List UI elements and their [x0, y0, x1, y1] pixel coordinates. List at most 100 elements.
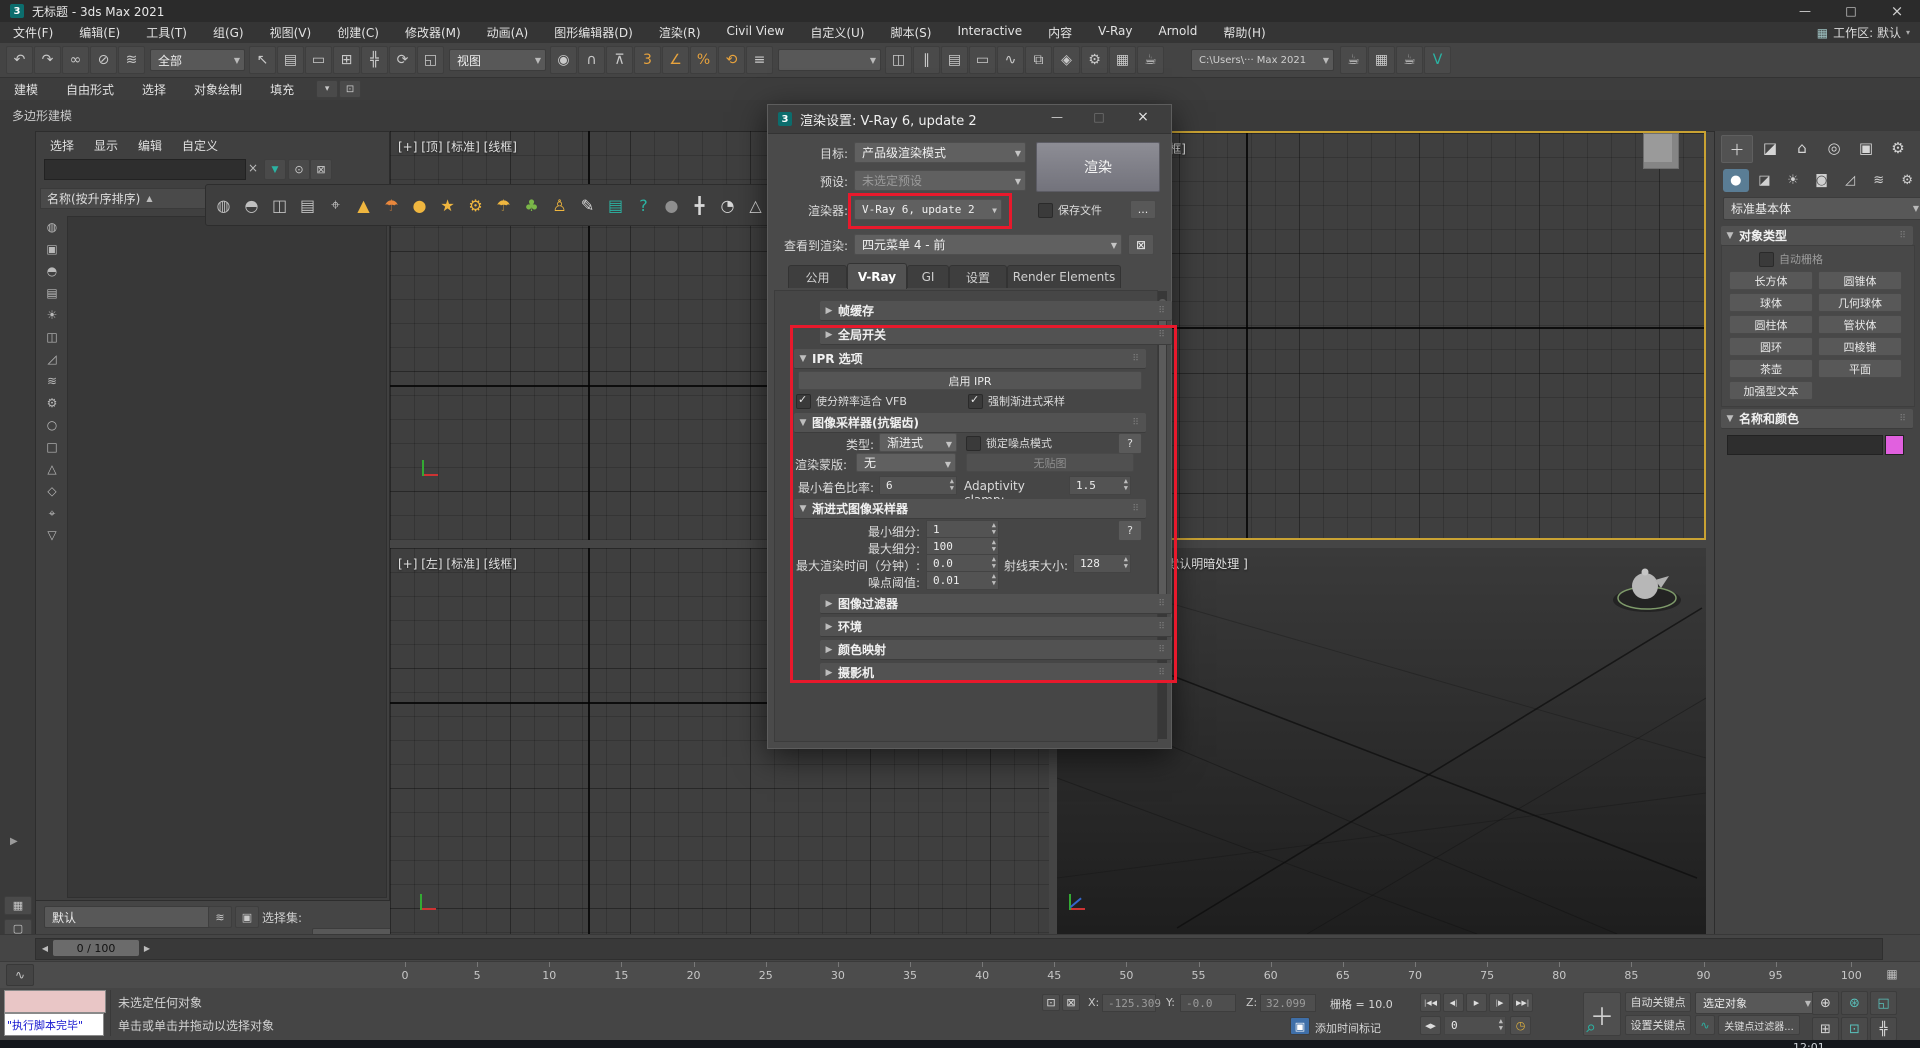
ray-bundle-size-spinner[interactable]: 128▲▼: [1073, 554, 1131, 573]
vray-pie-icon[interactable]: ◔: [714, 190, 741, 220]
render-setup-icon[interactable]: ⚙: [1081, 46, 1108, 74]
previous-key-icon[interactable]: ◀: [39, 940, 51, 956]
reference-coordinate-dropdown[interactable]: 视图▼: [449, 49, 546, 71]
scrollbar-thumb[interactable]: [1159, 299, 1166, 609]
snap-toggle-3d-icon[interactable]: 3: [634, 46, 661, 74]
object-type-rollout-header[interactable]: ▼对象类型⠿: [1721, 226, 1913, 246]
ribbon-tab[interactable]: 自由形式: [52, 81, 128, 98]
align-icon[interactable]: ∥: [913, 46, 940, 74]
rollout-ipr-header[interactable]: ▼IPR 选项⠿: [794, 349, 1146, 369]
primitive-button[interactable]: 管状体: [1818, 315, 1902, 334]
edit-named-sets-icon[interactable]: ≡: [746, 46, 773, 74]
primitive-button[interactable]: 加强型文本: [1729, 381, 1813, 400]
vray-help-icon[interactable]: ?: [630, 190, 657, 220]
menu-item[interactable]: 帮助(H): [1210, 24, 1278, 41]
explorer-filter-icon[interactable]: ◓: [41, 260, 63, 282]
tab-create-icon[interactable]: ＋: [1721, 135, 1753, 163]
time-configuration-icon[interactable]: ◷: [1510, 1016, 1531, 1035]
render-online-icon[interactable]: ☕: [1396, 46, 1423, 74]
menu-item[interactable]: Arnold: [1146, 24, 1211, 41]
time-slider-track[interactable]: ◀ 0 / 100 ▶: [35, 938, 1883, 960]
menu-item[interactable]: 自定义(U): [797, 24, 877, 41]
vray-camera-rig-icon[interactable]: ╋: [686, 190, 713, 220]
primitive-button[interactable]: 四棱锥: [1818, 337, 1902, 356]
close-icon[interactable]: ×: [1874, 0, 1920, 22]
menu-item[interactable]: 内容: [1035, 24, 1085, 41]
explorer-menu-item[interactable]: 选择: [42, 136, 82, 155]
ribbon-panel-label[interactable]: 多边形建模: [0, 107, 72, 124]
adaptivity-clamp-spinner[interactable]: 1.5▲▼: [1069, 476, 1131, 495]
primitive-button[interactable]: 茶壶: [1729, 359, 1813, 378]
world-icon[interactable]: ◍: [210, 190, 237, 220]
vray-toolbar-icon[interactable]: V: [1424, 46, 1451, 74]
explorer-filter-icon[interactable]: ≋: [41, 370, 63, 392]
tab-motion-icon[interactable]: ◎: [1819, 135, 1849, 161]
viewport-label[interactable]: [+] [顶] [标准] [线框]: [398, 138, 517, 155]
menu-item[interactable]: 修改器(M): [392, 24, 474, 41]
window-crossing-icon[interactable]: ⊞: [333, 46, 360, 74]
renderer-dropdown[interactable]: V-Ray 6, update 2▼: [854, 199, 1002, 220]
fit-resolution-vfb-checkbox[interactable]: 使分辨率适合 VFB: [796, 393, 907, 409]
select-and-scale-icon[interactable]: ◱: [417, 46, 444, 74]
menu-item[interactable]: V-Ray: [1085, 24, 1145, 41]
tab-common[interactable]: 公用: [788, 265, 847, 288]
zoom-icon[interactable]: ⊕: [1812, 991, 1839, 1015]
vray-sun-icon[interactable]: ★: [434, 190, 461, 220]
progressive-help-button[interactable]: ?: [1118, 520, 1142, 541]
primitive-button[interactable]: 圆环: [1729, 337, 1813, 356]
cat-helpers-icon[interactable]: ◿: [1837, 169, 1863, 192]
spinner-snap-icon[interactable]: ⟲: [718, 46, 745, 74]
explorer-filter-icon[interactable]: ○: [41, 414, 63, 436]
minimize-icon[interactable]: —: [1782, 0, 1828, 22]
vray-sphere2-icon[interactable]: ●: [658, 190, 685, 220]
explorer-menu-item[interactable]: 自定义: [174, 136, 226, 155]
object-color-swatch[interactable]: [1885, 435, 1904, 455]
set-key-big-button[interactable]: ＋⚲: [1583, 992, 1621, 1036]
play-icon[interactable]: ▶: [1466, 993, 1487, 1012]
vray-gear-icon[interactable]: ⚙: [462, 190, 489, 220]
explorer-filter-icon[interactable]: ◍: [41, 216, 63, 238]
save-file-browse-button[interactable]: ...: [1130, 200, 1156, 219]
explorer-menu-item[interactable]: 编辑: [130, 136, 170, 155]
maxscript-mini-listener-pink[interactable]: [4, 990, 106, 1013]
menu-item[interactable]: 组(G): [200, 24, 257, 41]
previous-frame-icon[interactable]: ◀|: [1443, 993, 1464, 1012]
ribbon-chevron-icon[interactable]: ▾: [316, 80, 338, 98]
scene-object-box[interactable]: [1643, 133, 1679, 169]
mirror-icon[interactable]: ◫: [885, 46, 912, 74]
select-and-rotate-icon[interactable]: ⟳: [389, 46, 416, 74]
cat-systems-icon[interactable]: ⚙: [1894, 169, 1920, 192]
angle-snap-icon[interactable]: ∠: [662, 46, 689, 74]
menu-item[interactable]: 编辑(E): [66, 24, 133, 41]
cat-shapes-icon[interactable]: ◪: [1752, 169, 1778, 192]
clear-search-icon[interactable]: ×: [248, 161, 258, 175]
object-name-input[interactable]: [1727, 435, 1883, 455]
vray-vegetation-icon[interactable]: ♣: [518, 190, 545, 220]
select-by-name-icon[interactable]: ▤: [277, 46, 304, 74]
tab-modify-icon[interactable]: ◪: [1755, 135, 1785, 161]
maxscript-mini-listener-white[interactable]: "执行脚本完毕": [4, 1013, 104, 1036]
view-lock-icon[interactable]: ⊠: [1128, 234, 1154, 255]
tab-vray[interactable]: V-Ray: [847, 263, 907, 289]
vray-pencil-icon[interactable]: ✎: [574, 190, 601, 220]
explorer-filter-icon[interactable]: ▤: [41, 282, 63, 304]
vray-populate-icon[interactable]: ♙: [546, 190, 573, 220]
next-key-icon[interactable]: ▶: [141, 940, 153, 956]
select-and-manipulate-icon[interactable]: ∩: [578, 46, 605, 74]
zoom-extents-icon[interactable]: ◱: [1870, 991, 1897, 1015]
y-coordinate-field[interactable]: -0.0: [1180, 994, 1236, 1012]
zoom-extents-all-icon[interactable]: ⊞: [1812, 1017, 1839, 1041]
cat-spacewarps-icon[interactable]: ≋: [1866, 169, 1892, 192]
mini-curve-editor-icon[interactable]: ∿: [6, 964, 34, 986]
camera-body-icon[interactable]: ◫: [266, 190, 293, 220]
menu-item[interactable]: Interactive: [944, 24, 1035, 41]
expand-panel-icon[interactable]: ▶: [10, 836, 18, 847]
next-frame-icon[interactable]: |▶: [1489, 993, 1510, 1012]
explorer-search-input[interactable]: [44, 159, 246, 180]
explorer-filter-icon[interactable]: ◫: [41, 326, 63, 348]
explorer-menu-item[interactable]: 显示: [86, 136, 126, 155]
tab-hierarchy-icon[interactable]: ⌂: [1787, 135, 1817, 161]
key-mode-toggle-icon[interactable]: ◀▶: [1420, 1016, 1441, 1035]
explorer-filter-icon[interactable]: ◇: [41, 480, 63, 502]
undo-icon[interactable]: ↶: [6, 46, 33, 74]
